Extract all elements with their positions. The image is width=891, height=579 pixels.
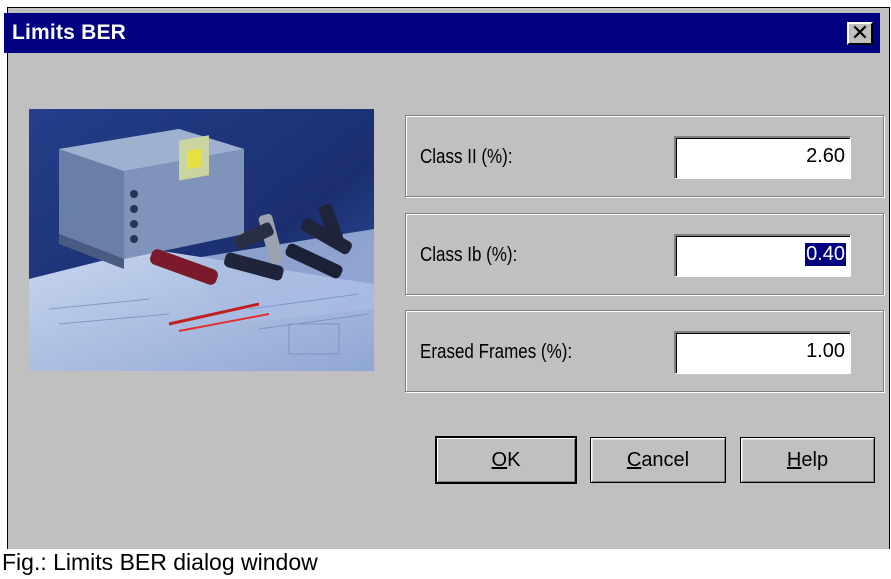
erased-frames-group: Erased Frames (%): 1.00 bbox=[405, 310, 884, 392]
cancel-label-rest: ancel bbox=[641, 449, 690, 471]
title-bar[interactable]: Limits BER ✕ bbox=[4, 13, 880, 53]
erased-frames-label: Erased Frames (%): bbox=[420, 341, 573, 363]
class-ib-group: Class Ib (%): 0.40 bbox=[405, 213, 884, 295]
ok-button[interactable]: OK bbox=[436, 437, 576, 483]
class-ii-value: 2.60 bbox=[806, 145, 845, 167]
class-ib-value: 0.40 bbox=[805, 243, 846, 266]
help-mnemonic: H bbox=[786, 449, 802, 471]
cancel-button[interactable]: Cancel bbox=[590, 437, 726, 483]
class-ii-input[interactable]: 2.60 bbox=[674, 136, 851, 179]
cancel-mnemonic: C bbox=[626, 449, 642, 471]
class-ii-group: Class II (%): 2.60 bbox=[405, 115, 884, 197]
help-button[interactable]: Help bbox=[740, 437, 875, 483]
class-ib-input[interactable]: 0.40 bbox=[674, 234, 851, 277]
product-photo bbox=[29, 109, 374, 371]
help-label-rest: elp bbox=[801, 449, 829, 471]
window-title: Limits BER bbox=[12, 21, 127, 44]
figure-caption: Fig.: Limits BER dialog window bbox=[2, 549, 318, 575]
ok-mnemonic: O bbox=[491, 449, 508, 471]
close-button[interactable]: ✕ bbox=[847, 21, 873, 46]
erased-frames-value: 1.00 bbox=[806, 340, 845, 362]
close-icon: ✕ bbox=[850, 21, 870, 46]
ok-label-rest: K bbox=[507, 449, 521, 471]
class-ii-label: Class II (%): bbox=[420, 146, 513, 168]
class-ib-label: Class Ib (%): bbox=[420, 244, 518, 266]
erased-frames-input[interactable]: 1.00 bbox=[674, 331, 851, 374]
